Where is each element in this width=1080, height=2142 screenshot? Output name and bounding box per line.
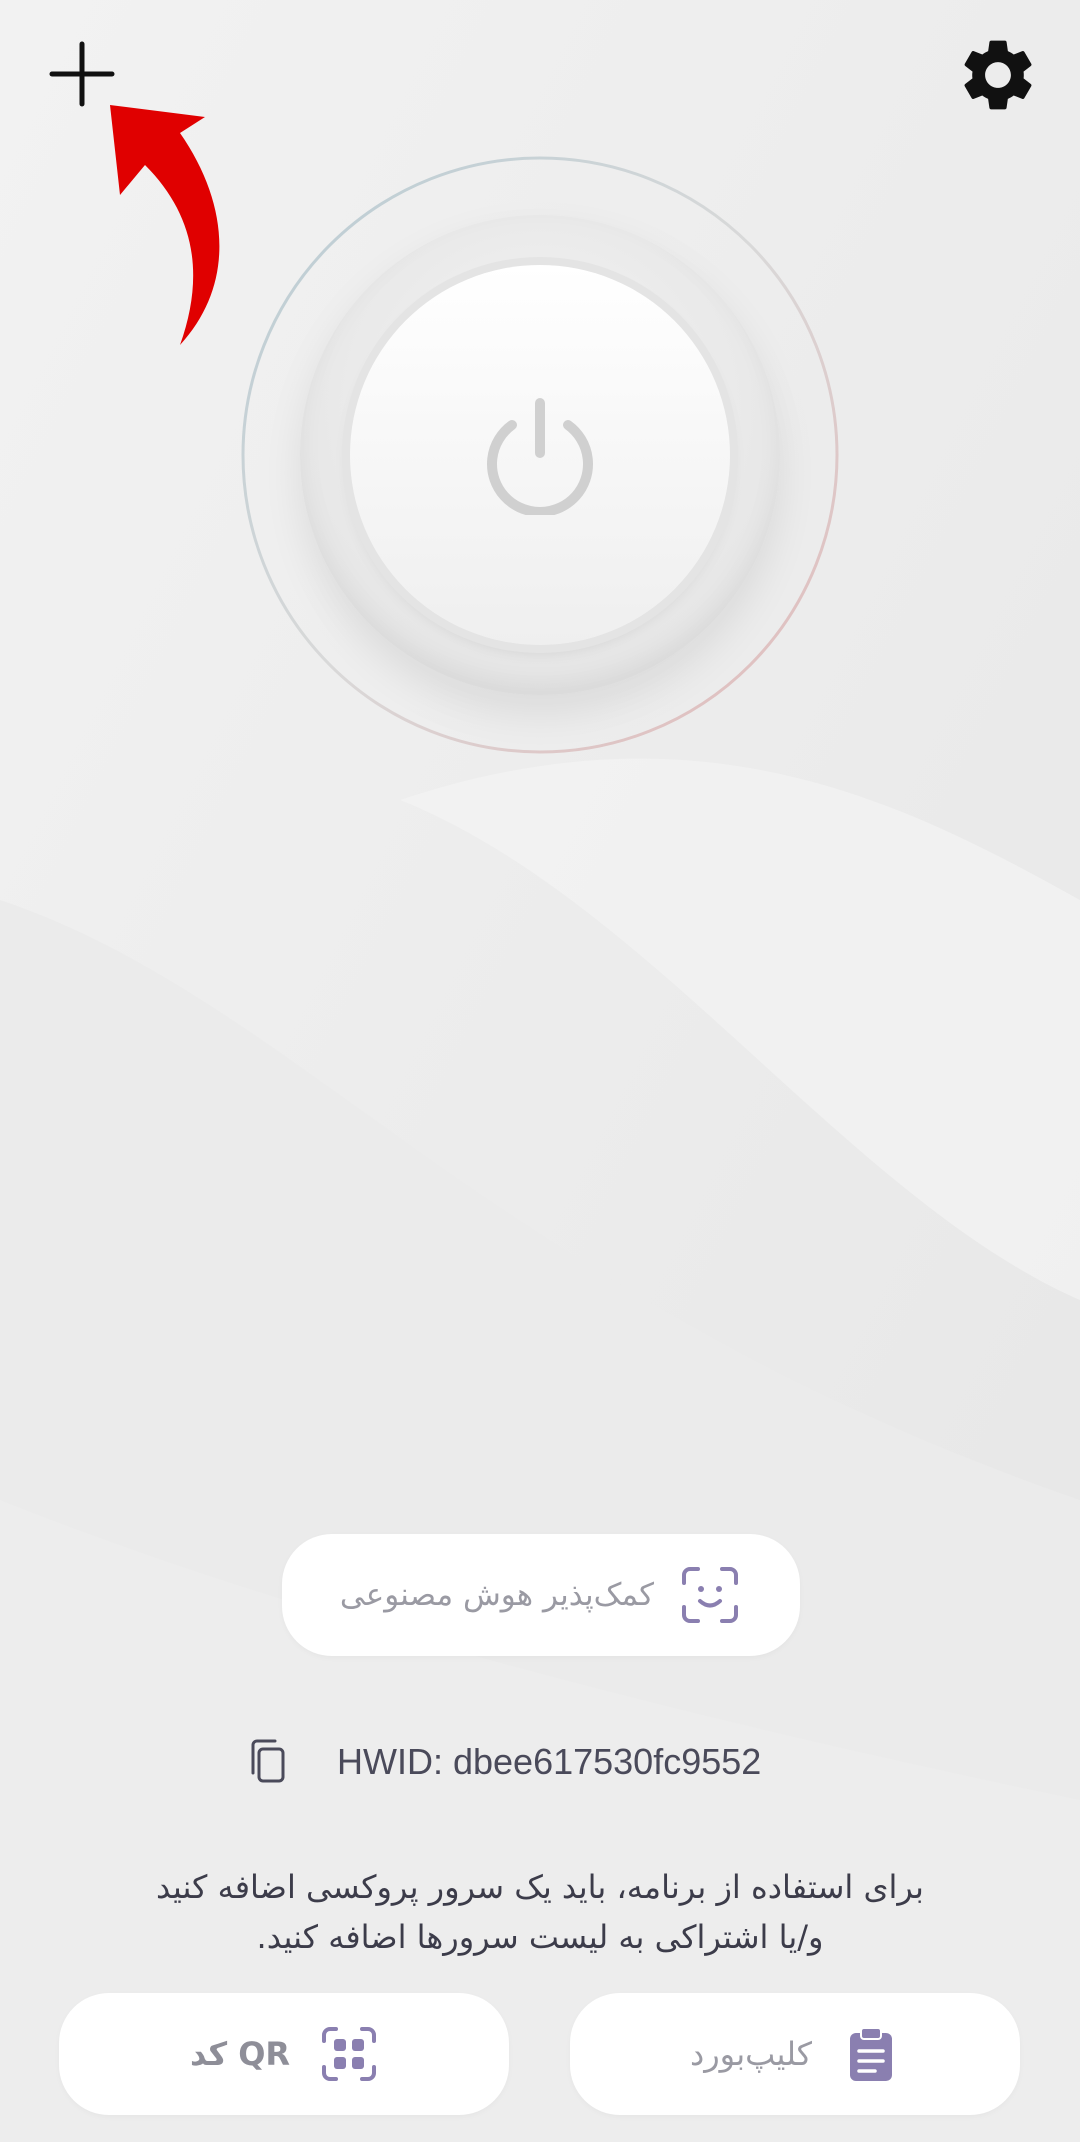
hint-arrow: [100, 95, 240, 355]
clipboard-button[interactable]: کلیپ‌بورد: [570, 1993, 1020, 2115]
hwid-text: HWID: dbee617530fc9552: [337, 1741, 762, 1782]
empty-state-line-1: برای استفاده از برنامه، باید یک سرور پرو…: [156, 1868, 924, 1906]
face-scan-icon: [682, 1567, 739, 1623]
gear-icon: [964, 40, 1032, 110]
connect-control: [235, 150, 845, 760]
power-button[interactable]: [350, 265, 730, 645]
copy-icon[interactable]: [245, 1737, 295, 1787]
hwid-row: HWID: dbee617530fc9552: [245, 1730, 845, 1794]
qr-code-button[interactable]: QR کد: [59, 1993, 509, 2115]
clipboard-icon: [850, 2027, 893, 2081]
qr-scan-icon: [322, 2027, 377, 2081]
ai-assistant-label: کمک‌پذیر هوش مصنوعی: [339, 1577, 655, 1613]
clipboard-label: کلیپ‌بورد: [689, 2035, 813, 2073]
power-icon: [487, 398, 593, 515]
settings-button[interactable]: [955, 32, 1041, 118]
red-curved-arrow-icon: [110, 105, 220, 345]
empty-state-message: برای استفاده از برنامه، باید یک سرور پرو…: [90, 1862, 990, 1962]
qr-code-label: QR کد: [189, 2035, 291, 2073]
ai-assistant-button[interactable]: کمک‌پذیر هوش مصنوعی: [282, 1534, 800, 1656]
empty-state-line-2: و/یا اشتراکی به لیست سرورها اضافه کنید.: [256, 1918, 824, 1956]
